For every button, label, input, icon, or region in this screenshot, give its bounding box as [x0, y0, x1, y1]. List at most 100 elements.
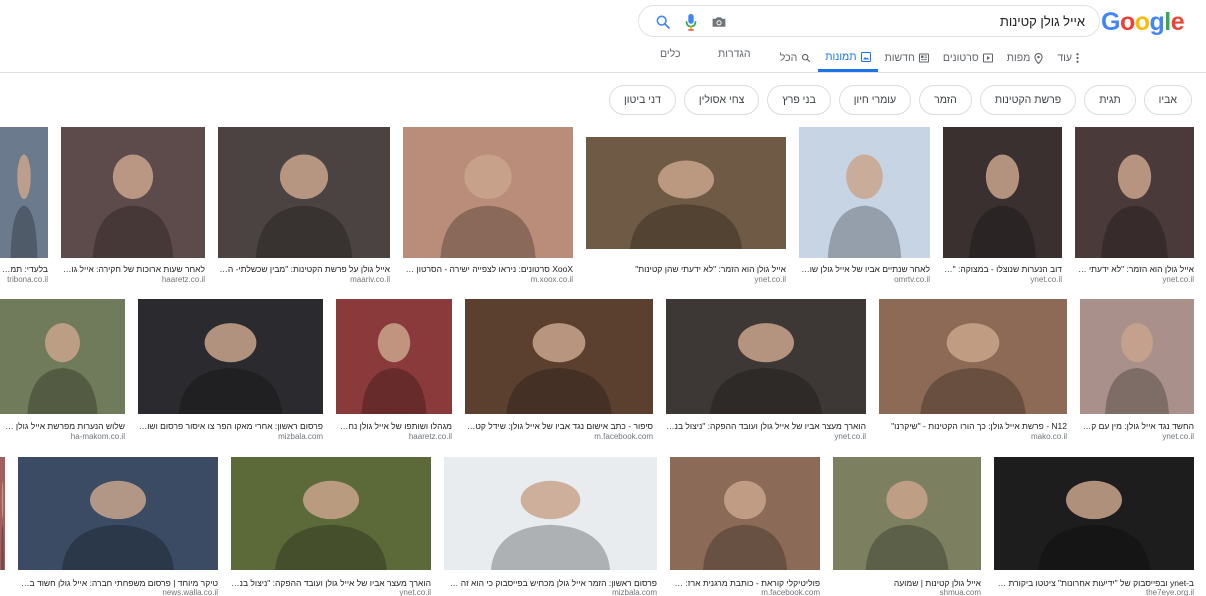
tab-maps[interactable]: מפות	[1000, 48, 1051, 68]
result-source: m.facebook.com	[761, 588, 820, 596]
tab-label: חדשות	[884, 52, 915, 64]
result-caption[interactable]: דוב הנערות שנוצלו - במצוקה: "הי...	[943, 264, 1062, 274]
result-source: ynet.co.il	[1030, 275, 1062, 284]
result-thumbnail[interactable]	[586, 137, 786, 249]
result-caption[interactable]: אייל גולן על פרשת הקטינות: "מבין שכשלתי-…	[218, 264, 390, 274]
result-caption[interactable]: החשד נגד אייל גולן: מין עם קטינ...	[1080, 421, 1194, 431]
result-thumbnail[interactable]	[336, 299, 452, 414]
search-icon	[801, 53, 811, 63]
result-thumbnail[interactable]	[1080, 299, 1194, 414]
chip[interactable]: אביו	[1143, 85, 1192, 115]
result-caption[interactable]: מגהלו ושותפו של אייל גולן נחקר...	[336, 421, 452, 431]
result-thumbnail[interactable]	[218, 127, 390, 258]
result-caption[interactable]: פרסום ראשון: הזמר אייל גולן מכחיש בפייסב…	[444, 578, 657, 588]
result-source: ynet.co.il	[754, 275, 786, 284]
search-icon[interactable]	[649, 10, 677, 34]
result-source: haaretz.co.il	[408, 432, 452, 441]
news-icon	[918, 53, 929, 63]
result-source: m.facebook.com	[594, 432, 653, 441]
result-source: m.xoox.co.il	[530, 275, 573, 284]
tab-label: תמונות	[825, 50, 857, 63]
pin-icon	[1034, 52, 1043, 64]
result-source: news.walla.co.il	[162, 588, 218, 596]
chip[interactable]: דני ביטון	[609, 85, 676, 115]
result-thumbnail[interactable]	[666, 299, 866, 414]
tab-images[interactable]: תמונות	[818, 48, 878, 72]
result-caption[interactable]: אייל גולן הוא הזמר: "לא ידעתי שה...	[1075, 264, 1194, 274]
result-source: mizbala.com	[278, 432, 323, 441]
more-icon	[1076, 53, 1079, 63]
chip[interactable]: תגית	[1084, 85, 1136, 115]
tab-more[interactable]: עוד	[1050, 48, 1086, 68]
result-thumbnail[interactable]	[994, 457, 1194, 570]
result-thumbnail[interactable]	[0, 457, 5, 570]
result-caption[interactable]: פרסום ראשון: אחרי מאקו הפר צו איסור פרסו…	[138, 421, 323, 431]
result-caption[interactable]: N12 - פרשת אייל גולן: כך הורו הקטינות - …	[879, 421, 1067, 431]
result-source: mizbala.com	[612, 588, 657, 596]
result-thumbnail[interactable]	[1075, 127, 1194, 258]
result-source: tribona.co.il	[7, 275, 48, 284]
related-chips: דני ביטון צחי אסולין בני פרץ עומרי חיון …	[609, 85, 1192, 115]
result-thumbnail[interactable]	[833, 457, 981, 570]
result-thumbnail[interactable]	[670, 457, 820, 570]
result-caption[interactable]: הוארך מעצר אביו של אייל גולן ועובד ההפקה…	[666, 421, 866, 431]
result-caption[interactable]: טיקר מיוחד | פרסום משפחתי חברה: אייל גול…	[18, 578, 218, 588]
chip[interactable]: הזמר	[919, 85, 972, 115]
tools-link[interactable]: כלים	[660, 48, 681, 60]
header-divider	[0, 72, 1206, 73]
tab-all[interactable]: הכל	[773, 48, 819, 68]
result-caption[interactable]: לאחר שעות ארוכות של חקירה: אייל גולן...	[61, 264, 205, 274]
result-thumbnail[interactable]	[879, 299, 1067, 414]
chip[interactable]: בני פרץ	[767, 85, 831, 115]
result-caption[interactable]: שלוש הנערות מפרשת אייל גולן מתכננ...	[0, 421, 125, 431]
result-caption[interactable]: פוליטיקלי קוראת - כותבת מרגנית ארז: בנו.…	[670, 578, 820, 588]
tab-news[interactable]: חדשות	[878, 48, 936, 68]
result-thumbnail[interactable]	[231, 457, 431, 570]
result-source: the7eye.org.il	[1145, 588, 1194, 596]
result-thumbnail[interactable]	[61, 127, 205, 258]
result-caption[interactable]: ב-ynet ובפייסבוק של "ידיעות אחרונות" ציט…	[994, 578, 1194, 588]
result-source: ynet.co.il	[1162, 432, 1194, 441]
result-source: shmua.com	[939, 588, 981, 596]
search-box[interactable]	[638, 5, 1100, 37]
result-caption[interactable]: סיפור - כתב אישום נגד אביו של אייל גולן:…	[465, 421, 653, 431]
result-caption[interactable]: לאחר שנתיים אביו של אייל גולן שוחר...	[799, 264, 930, 274]
result-source: ynet.co.il	[399, 588, 431, 596]
settings-link[interactable]: הגדרות	[718, 48, 751, 60]
logo-letter: G	[1101, 8, 1120, 36]
video-icon	[982, 53, 993, 63]
result-thumbnail[interactable]	[799, 127, 930, 258]
result-caption[interactable]: אייל גולן הוא הזמר: "לא ידעתי שהן קטינות…	[586, 264, 786, 274]
camera-icon[interactable]	[705, 10, 733, 34]
chip[interactable]: צחי אסולין	[683, 85, 760, 115]
result-caption[interactable]: בלעדי: תמונות...	[0, 264, 48, 274]
result-thumbnail[interactable]	[465, 299, 653, 414]
tab-label: עוד	[1057, 52, 1072, 64]
result-source: ha-makom.co.il	[70, 432, 125, 441]
result-source: maariv.co.il	[350, 275, 390, 284]
result-source: mako.co.il	[1030, 432, 1067, 441]
chip[interactable]: פרשת הקטינות	[979, 85, 1077, 115]
chip[interactable]: עומרי חיון	[838, 85, 912, 115]
result-caption[interactable]: אייל גולן קטינות | שמועה	[833, 578, 981, 588]
result-caption[interactable]: XooX סרטונים: ניראו לצפייה ישירה - הסרטו…	[403, 264, 573, 274]
logo-letter: e	[1170, 8, 1185, 36]
result-thumbnail[interactable]	[943, 127, 1062, 258]
tab-label: הכל	[779, 52, 798, 64]
search-input[interactable]	[745, 7, 1085, 35]
result-source: haaretz.co.il	[161, 275, 205, 284]
result-thumbnail[interactable]	[444, 457, 657, 570]
result-source: omrtv.co.il	[894, 275, 930, 284]
result-thumbnail[interactable]	[0, 127, 48, 258]
result-source: ynet.co.il	[834, 432, 866, 441]
result-thumbnail[interactable]	[403, 127, 573, 258]
result-thumbnail[interactable]	[18, 457, 218, 570]
logo-letter: g	[1149, 8, 1165, 36]
tab-videos[interactable]: סרטונים	[936, 48, 1000, 68]
google-logo[interactable]: G o o g l e	[1101, 8, 1191, 36]
microphone-icon[interactable]	[677, 10, 705, 34]
result-thumbnail[interactable]	[0, 299, 125, 414]
image-icon	[860, 51, 871, 62]
result-caption[interactable]: הוארך מעצר אביו של אייל גולן ועובד ההפקה…	[231, 578, 431, 588]
result-thumbnail[interactable]	[138, 299, 323, 414]
